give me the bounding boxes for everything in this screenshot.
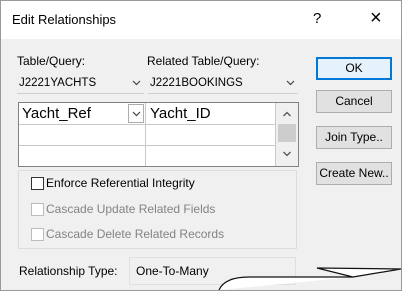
edit-relationships-dialog: Edit Relationships ? × Table/Query: Rela… [0,0,402,291]
callout-annotation [218,267,401,290]
callout-shape [218,267,401,290]
